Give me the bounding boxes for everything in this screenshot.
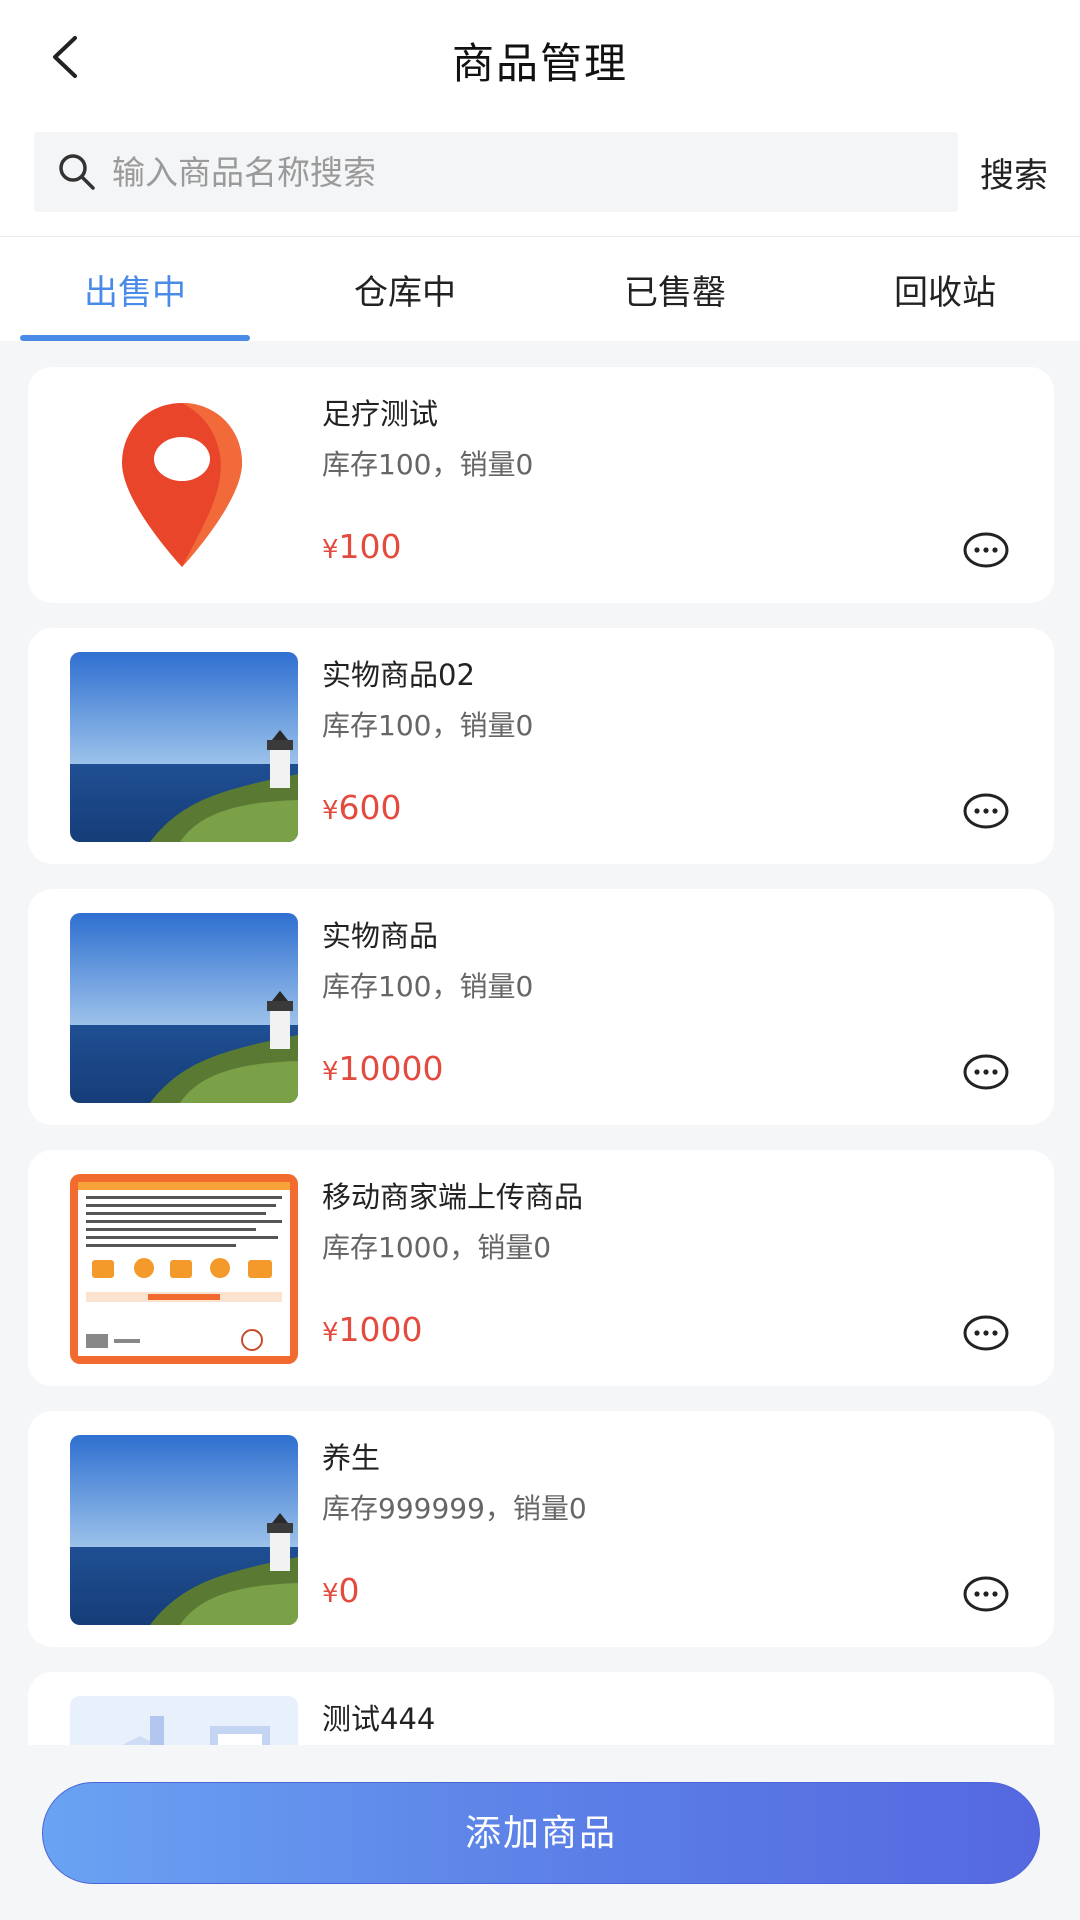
lighthouse-image (70, 652, 298, 842)
product-name: 足疗测试 (322, 397, 439, 431)
price-value: 1000 (338, 1310, 423, 1349)
more-dots-icon (963, 793, 1009, 829)
product-thumbnail (70, 1174, 298, 1364)
price-value: 0 (338, 1571, 360, 1610)
more-dots-icon (963, 1054, 1009, 1090)
search-icon (56, 151, 98, 193)
product-name: 移动商家端上传商品 (322, 1180, 584, 1214)
price-value: 600 (338, 788, 402, 827)
product-card[interactable]: 测试444 (28, 1672, 1054, 1745)
price-value: 10000 (338, 1049, 444, 1088)
lighthouse-image (70, 913, 298, 1103)
currency-symbol: ¥ (322, 1057, 339, 1087)
product-price: ¥100 (322, 527, 402, 566)
currency-symbol: ¥ (322, 796, 339, 826)
lighthouse-image (70, 1435, 298, 1625)
product-name: 测试444 (322, 1702, 436, 1736)
tab-bar: 出售中 仓库中 已售罄 回收站 (0, 237, 1080, 341)
product-card[interactable]: 实物商品 库存100，销量0 ¥10000 (28, 889, 1054, 1125)
product-name: 实物商品02 (322, 658, 475, 692)
product-stock-sales: 库存100，销量0 (322, 448, 534, 481)
product-thumbnail (70, 652, 298, 842)
more-options-button[interactable] (962, 792, 1010, 830)
tab-label: 仓库中 (354, 273, 456, 313)
product-thumbnail (70, 913, 298, 1103)
more-options-button[interactable] (962, 1575, 1010, 1613)
more-dots-icon (963, 1576, 1009, 1612)
more-options-button[interactable] (962, 531, 1010, 569)
product-card[interactable]: 足疗测试 库存100，销量0 ¥100 (28, 367, 1054, 603)
promo-poster-image (70, 1174, 298, 1364)
tab-label: 回收站 (894, 273, 996, 313)
isometric-illustration-image (70, 1696, 298, 1745)
product-stock-sales: 库存999999，销量0 (322, 1492, 587, 1525)
product-name: 养生 (322, 1441, 381, 1475)
search-input[interactable] (112, 142, 958, 202)
more-options-button[interactable] (962, 1053, 1010, 1091)
product-stock-sales: 库存100，销量0 (322, 970, 534, 1003)
product-price: ¥0 (322, 1571, 360, 1610)
page-title: 商品管理 (451, 39, 628, 88)
price-value: 100 (338, 527, 402, 566)
nav-bar: 商品管理 (0, 0, 1080, 118)
product-card[interactable]: 移动商家端上传商品 库存1000，销量0 ¥1000 (28, 1150, 1054, 1386)
tab-label: 已售罄 (624, 273, 726, 313)
tab-on-sale[interactable]: 出售中 (0, 237, 270, 341)
product-thumbnail (70, 1435, 298, 1625)
search-box[interactable] (34, 132, 958, 212)
product-thumbnail (70, 391, 298, 581)
more-dots-icon (963, 532, 1009, 568)
product-list[interactable]: 足疗测试 库存100，销量0 ¥100 实物商品02 库存100，销量0 ¥60… (0, 341, 1080, 1745)
search-row: 搜索 (0, 132, 1080, 212)
product-price: ¥600 (322, 788, 402, 827)
product-stock-sales: 库存1000，销量0 (322, 1231, 552, 1264)
product-price: ¥10000 (322, 1049, 444, 1088)
bottom-bar: 添加商品 (0, 1745, 1080, 1920)
currency-symbol: ¥ (322, 1318, 339, 1348)
search-button[interactable]: 搜索 (980, 148, 1048, 197)
tab-sold-out[interactable]: 已售罄 (540, 237, 810, 341)
currency-symbol: ¥ (322, 535, 339, 565)
product-stock-sales: 库存100，销量0 (322, 709, 534, 742)
add-product-button[interactable]: 添加商品 (42, 1782, 1040, 1884)
product-card[interactable]: 养生 库存999999，销量0 ¥0 (28, 1411, 1054, 1647)
product-name: 实物商品 (322, 919, 439, 953)
tab-in-warehouse[interactable]: 仓库中 (270, 237, 540, 341)
currency-symbol: ¥ (322, 1579, 339, 1609)
top-bar: 商品管理 搜索 (0, 0, 1080, 236)
product-card[interactable]: 实物商品02 库存100，销量0 ¥600 (28, 628, 1054, 864)
product-price: ¥1000 (322, 1310, 423, 1349)
product-thumbnail (70, 1696, 298, 1745)
tab-recycle-bin[interactable]: 回收站 (810, 237, 1080, 341)
more-dots-icon (963, 1315, 1009, 1351)
more-options-button[interactable] (962, 1314, 1010, 1352)
tab-label: 出售中 (84, 273, 186, 313)
location-pin-icon (70, 391, 298, 581)
